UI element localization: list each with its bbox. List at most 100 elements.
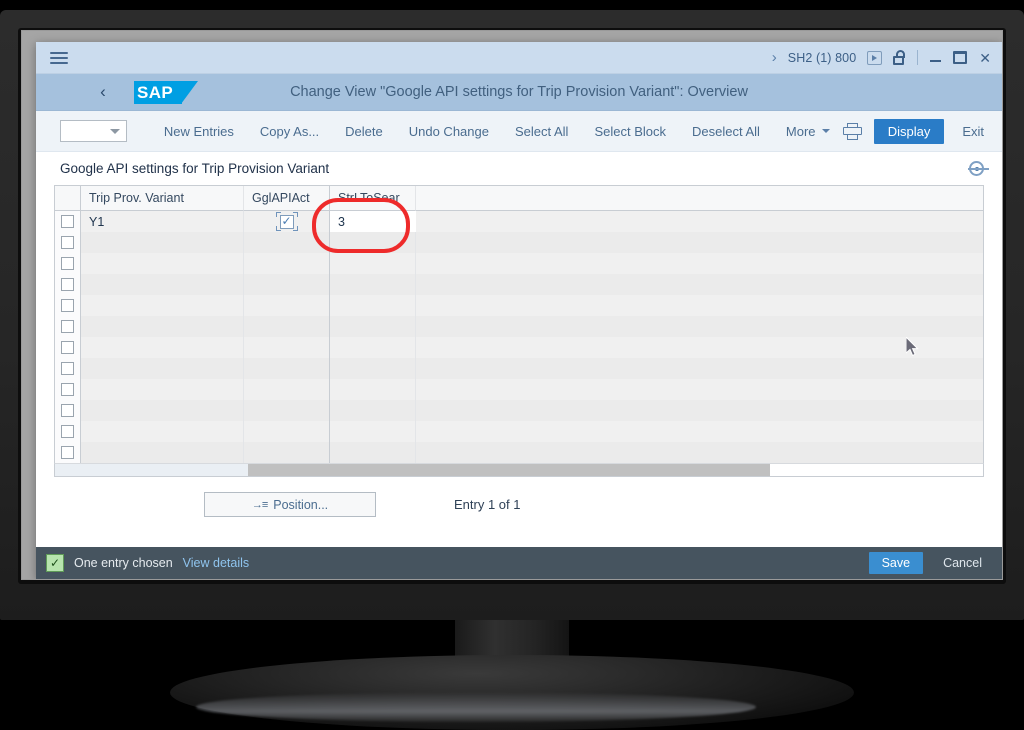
row-select-checkbox-cell[interactable] bbox=[55, 337, 81, 358]
cell-strl-to-sear[interactable] bbox=[330, 232, 416, 253]
column-header-trip-prov-variant[interactable]: Trip Prov. Variant bbox=[81, 186, 244, 211]
row-select-checkbox-cell[interactable] bbox=[55, 442, 81, 463]
row-select-checkbox[interactable] bbox=[61, 215, 74, 228]
table-row[interactable] bbox=[55, 442, 983, 463]
select-block-button[interactable]: Select Block bbox=[581, 124, 679, 139]
row-select-checkbox[interactable] bbox=[61, 299, 74, 312]
table-row[interactable]: Y1 ✓ 3 bbox=[55, 211, 983, 232]
cell-trip-prov-variant[interactable] bbox=[81, 400, 244, 421]
cell-trip-prov-variant[interactable]: Y1 bbox=[81, 211, 244, 232]
row-select-checkbox-cell[interactable] bbox=[55, 211, 81, 232]
cell-ggl-api-act[interactable] bbox=[244, 421, 330, 442]
restore-button[interactable] bbox=[953, 51, 967, 64]
cell-ggl-api-act[interactable] bbox=[244, 442, 330, 463]
table-row[interactable] bbox=[55, 337, 983, 358]
row-select-checkbox-cell[interactable] bbox=[55, 379, 81, 400]
cell-trip-prov-variant[interactable] bbox=[81, 232, 244, 253]
row-select-checkbox-cell[interactable] bbox=[55, 274, 81, 295]
sap-logo[interactable]: SAP bbox=[134, 81, 198, 104]
cell-strl-to-sear[interactable] bbox=[330, 379, 416, 400]
table-row[interactable] bbox=[55, 295, 983, 316]
deselect-all-button[interactable]: Deselect All bbox=[679, 124, 773, 139]
new-entries-button[interactable]: New Entries bbox=[151, 124, 247, 139]
table-row[interactable] bbox=[55, 400, 983, 421]
row-select-checkbox-cell[interactable] bbox=[55, 316, 81, 337]
cell-strl-to-sear[interactable] bbox=[330, 316, 416, 337]
row-select-checkbox-cell[interactable] bbox=[55, 295, 81, 316]
row-select-checkbox[interactable] bbox=[61, 236, 74, 249]
table-row[interactable] bbox=[55, 274, 983, 295]
close-button[interactable]: ✕ bbox=[978, 51, 992, 65]
cell-strl-to-sear[interactable] bbox=[330, 274, 416, 295]
position-button[interactable]: →≡ Position... bbox=[204, 492, 376, 517]
cell-trip-prov-variant[interactable] bbox=[81, 274, 244, 295]
cell-trip-prov-variant[interactable] bbox=[81, 316, 244, 337]
row-select-checkbox-cell[interactable] bbox=[55, 253, 81, 274]
cell-strl-to-sear[interactable] bbox=[330, 295, 416, 316]
row-select-checkbox[interactable] bbox=[61, 383, 74, 396]
chevron-right-icon[interactable]: › bbox=[772, 49, 777, 66]
cell-trip-prov-variant[interactable] bbox=[81, 337, 244, 358]
view-details-link[interactable]: View details bbox=[183, 556, 249, 570]
cell-strl-to-sear[interactable] bbox=[330, 358, 416, 379]
table-row[interactable] bbox=[55, 379, 983, 400]
row-select-checkbox[interactable] bbox=[61, 404, 74, 417]
gear-icon[interactable] bbox=[969, 161, 984, 176]
row-select-checkbox[interactable] bbox=[61, 278, 74, 291]
exit-button[interactable]: Exit bbox=[944, 124, 984, 139]
cell-ggl-api-act[interactable] bbox=[244, 253, 330, 274]
ggl-api-act-checkbox[interactable]: ✓ bbox=[274, 212, 300, 231]
cell-ggl-api-act[interactable] bbox=[244, 358, 330, 379]
column-header-strl-to-sear[interactable]: StrLToSear bbox=[330, 186, 416, 211]
row-select-checkbox[interactable] bbox=[61, 320, 74, 333]
display-button[interactable]: Display bbox=[874, 119, 945, 144]
row-select-checkbox[interactable] bbox=[61, 341, 74, 354]
cell-ggl-api-act[interactable] bbox=[244, 337, 330, 358]
delete-button[interactable]: Delete bbox=[332, 124, 396, 139]
printer-icon[interactable] bbox=[843, 123, 852, 140]
cell-strl-to-sear[interactable]: 3 bbox=[330, 211, 416, 232]
cell-strl-to-sear[interactable] bbox=[330, 253, 416, 274]
select-all-button[interactable]: Select All bbox=[502, 124, 581, 139]
row-select-checkbox[interactable] bbox=[61, 362, 74, 375]
cancel-button[interactable]: Cancel bbox=[933, 552, 992, 574]
cell-trip-prov-variant[interactable] bbox=[81, 253, 244, 274]
cell-trip-prov-variant[interactable] bbox=[81, 379, 244, 400]
table-row[interactable] bbox=[55, 253, 983, 274]
cell-ggl-api-act[interactable] bbox=[244, 274, 330, 295]
cell-ggl-api-act[interactable]: ✓ bbox=[244, 211, 330, 232]
cell-strl-to-sear[interactable] bbox=[330, 421, 416, 442]
row-select-checkbox-cell[interactable] bbox=[55, 400, 81, 421]
cell-trip-prov-variant[interactable] bbox=[81, 442, 244, 463]
cell-trip-prov-variant[interactable] bbox=[81, 358, 244, 379]
play-icon[interactable] bbox=[867, 51, 882, 65]
cell-trip-prov-variant[interactable] bbox=[81, 295, 244, 316]
column-header-ggl-api-act[interactable]: GglAPIAct bbox=[244, 186, 330, 211]
row-select-checkbox-cell[interactable] bbox=[55, 421, 81, 442]
table-horizontal-scrollbar[interactable] bbox=[54, 463, 984, 477]
undo-change-button[interactable]: Undo Change bbox=[396, 124, 502, 139]
row-select-checkbox[interactable] bbox=[61, 257, 74, 270]
cell-trip-prov-variant[interactable] bbox=[81, 421, 244, 442]
row-select-checkbox-cell[interactable] bbox=[55, 358, 81, 379]
cell-strl-to-sear[interactable] bbox=[330, 442, 416, 463]
save-button[interactable]: Save bbox=[869, 552, 924, 574]
cell-ggl-api-act[interactable] bbox=[244, 295, 330, 316]
scrollbar-thumb[interactable] bbox=[248, 464, 770, 476]
cell-strl-to-sear[interactable] bbox=[330, 337, 416, 358]
hamburger-icon[interactable] bbox=[50, 49, 68, 67]
table-row[interactable] bbox=[55, 358, 983, 379]
back-chevron-icon[interactable]: ‹ bbox=[86, 82, 120, 102]
table-row[interactable] bbox=[55, 421, 983, 442]
more-menu-button[interactable]: More bbox=[773, 124, 843, 139]
lock-open-icon[interactable] bbox=[893, 50, 906, 65]
table-row[interactable] bbox=[55, 316, 983, 337]
scrollbar-track[interactable] bbox=[248, 464, 983, 476]
cell-ggl-api-act[interactable] bbox=[244, 232, 330, 253]
row-select-checkbox[interactable] bbox=[61, 446, 74, 459]
row-select-checkbox-cell[interactable] bbox=[55, 232, 81, 253]
cell-strl-to-sear[interactable] bbox=[330, 400, 416, 421]
cell-ggl-api-act[interactable] bbox=[244, 316, 330, 337]
row-select-checkbox[interactable] bbox=[61, 425, 74, 438]
cell-ggl-api-act[interactable] bbox=[244, 379, 330, 400]
